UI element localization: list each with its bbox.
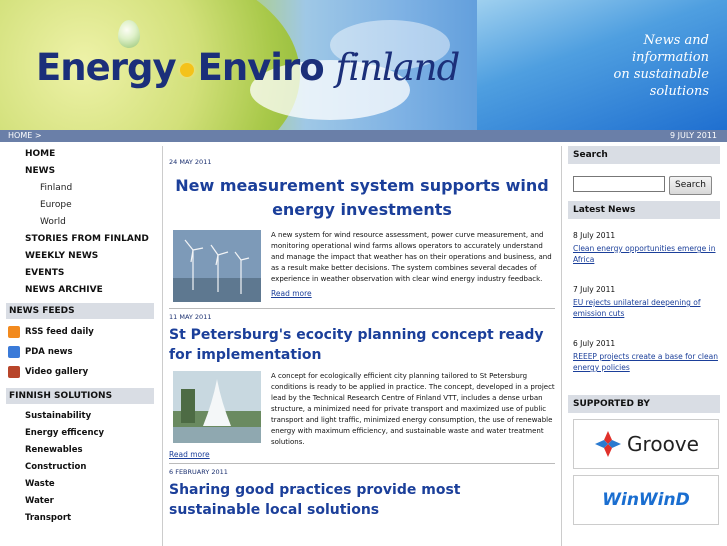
current-date: 9 JULY 2011 — [669, 131, 717, 140]
nav-events[interactable]: EVENTS — [0, 265, 160, 282]
search-title: Search — [568, 146, 720, 164]
site-logo[interactable]: Energy Enviro finland — [36, 46, 461, 89]
logo-energy: Energy — [36, 46, 177, 89]
feed-label: PDA news — [25, 347, 73, 357]
water-drop-icon — [118, 20, 140, 48]
news-date: 8 July 2011 — [573, 231, 616, 240]
news-feeds-title: NEWS FEEDS — [6, 303, 154, 319]
fountain-image[interactable] — [173, 371, 261, 443]
read-more-link[interactable]: Read more — [271, 289, 555, 298]
nav-news-archive[interactable]: NEWS ARCHIVE — [0, 282, 160, 299]
groove-logo-icon — [595, 431, 622, 457]
latest-news-item: 8 July 2011 Clean energy opportunities e… — [568, 231, 720, 265]
article-title[interactable]: Sharing good practices provide most sust… — [169, 480, 555, 520]
solution-link[interactable]: Transport — [0, 510, 160, 527]
header-banner: Energy Enviro finland News and informatio… — [0, 0, 727, 130]
news-date: 6 July 2011 — [573, 339, 616, 348]
article-date: 11 MAY 2011 — [169, 313, 212, 321]
read-more-link[interactable]: Read more — [169, 450, 555, 459]
feed-label: RSS feed daily — [25, 327, 94, 337]
article-summary: A new system for wind resource assessmen… — [271, 231, 552, 283]
main-nav: HOME NEWS Finland Europe World STORIES F… — [0, 146, 160, 299]
article-date: 24 MAY 2011 — [169, 158, 212, 166]
search-button[interactable]: Search — [669, 176, 712, 195]
nav-finland[interactable]: Finland — [0, 180, 160, 197]
news-date: 7 July 2011 — [573, 285, 616, 294]
sun-icon — [179, 62, 194, 77]
article-date: 6 FEBRUARY 2011 — [169, 468, 228, 476]
divider — [169, 463, 555, 464]
nav-world[interactable]: World — [0, 214, 160, 231]
latest-news-item: 6 July 2011 REEEP projects create a base… — [568, 339, 720, 373]
news-link[interactable]: EU rejects unilateral deepening of emiss… — [573, 297, 720, 319]
news-link[interactable]: Clean energy opportunities emerge in Afr… — [573, 243, 720, 265]
article-body-row: A concept for ecologically efficient cit… — [169, 371, 555, 448]
main-content: 24 MAY 2011 New measurement system suppo… — [162, 146, 562, 546]
latest-news-item: 7 July 2011 EU rejects unilateral deepen… — [568, 285, 720, 319]
divider — [169, 308, 555, 309]
finnish-solutions-title: FINNISH SOLUTIONS — [6, 388, 154, 404]
solution-link[interactable]: Energy efficency — [0, 425, 160, 442]
search-form: Search — [568, 176, 720, 195]
article-body-row: A new system for wind resource assessmen… — [169, 230, 555, 302]
article-title[interactable]: New measurement system supports wind ene… — [169, 174, 555, 222]
nav-home[interactable]: HOME — [0, 146, 160, 163]
breadcrumb[interactable]: HOME > — [8, 131, 42, 140]
feed-video[interactable]: Video gallery — [0, 362, 160, 382]
nav-stories-from-finland[interactable]: STORIES FROM FINLAND — [0, 231, 160, 248]
tagline-line: on sustainable — [613, 67, 709, 82]
sponsor-winwind[interactable]: WinWinD — [573, 475, 719, 525]
rss-icon — [8, 326, 20, 338]
article-summary: A concept for ecologically efficient cit… — [271, 372, 555, 446]
logo-enviro: Enviro — [197, 46, 325, 89]
tagline-line: information — [631, 50, 709, 65]
feed-pda[interactable]: PDA news — [0, 342, 160, 362]
supported-by-title: SUPPORTED BY — [568, 395, 720, 413]
tagline-line: News and — [643, 33, 709, 48]
sponsor-groove[interactable]: Groove — [573, 419, 719, 469]
sponsor-name: WinWinD — [602, 490, 690, 510]
search-input[interactable] — [573, 176, 665, 192]
solution-link[interactable]: Construction — [0, 459, 160, 476]
right-sidebar: Search Search Latest News 8 July 2011 Cl… — [568, 146, 720, 525]
breadcrumb-bar: HOME > 9 JULY 2011 — [0, 130, 727, 142]
latest-news-title: Latest News — [568, 201, 720, 219]
solution-link[interactable]: Renewables — [0, 442, 160, 459]
solution-link[interactable]: Waste — [0, 476, 160, 493]
logo-finland: finland — [335, 46, 461, 89]
left-sidebar: HOME NEWS Finland Europe World STORIES F… — [0, 146, 160, 527]
solution-link[interactable]: Water — [0, 493, 160, 510]
nav-weekly-news[interactable]: WEEKLY NEWS — [0, 248, 160, 265]
tagline: News and information on sustainable solu… — [569, 32, 709, 100]
article-title[interactable]: St Petersburg's ecocity planning concept… — [169, 325, 555, 365]
feed-rss[interactable]: RSS feed daily — [0, 322, 160, 342]
pda-icon — [8, 346, 20, 358]
video-icon — [8, 366, 20, 378]
solution-link[interactable]: Sustainability — [0, 408, 160, 425]
feed-label: Video gallery — [25, 367, 89, 377]
tagline-line: solutions — [649, 84, 709, 99]
nav-europe[interactable]: Europe — [0, 197, 160, 214]
sponsor-name: Groove — [627, 432, 699, 456]
wind-turbines-image[interactable] — [173, 230, 261, 302]
nav-news[interactable]: NEWS — [0, 163, 160, 180]
news-link[interactable]: REEEP projects create a base for clean e… — [573, 351, 720, 373]
